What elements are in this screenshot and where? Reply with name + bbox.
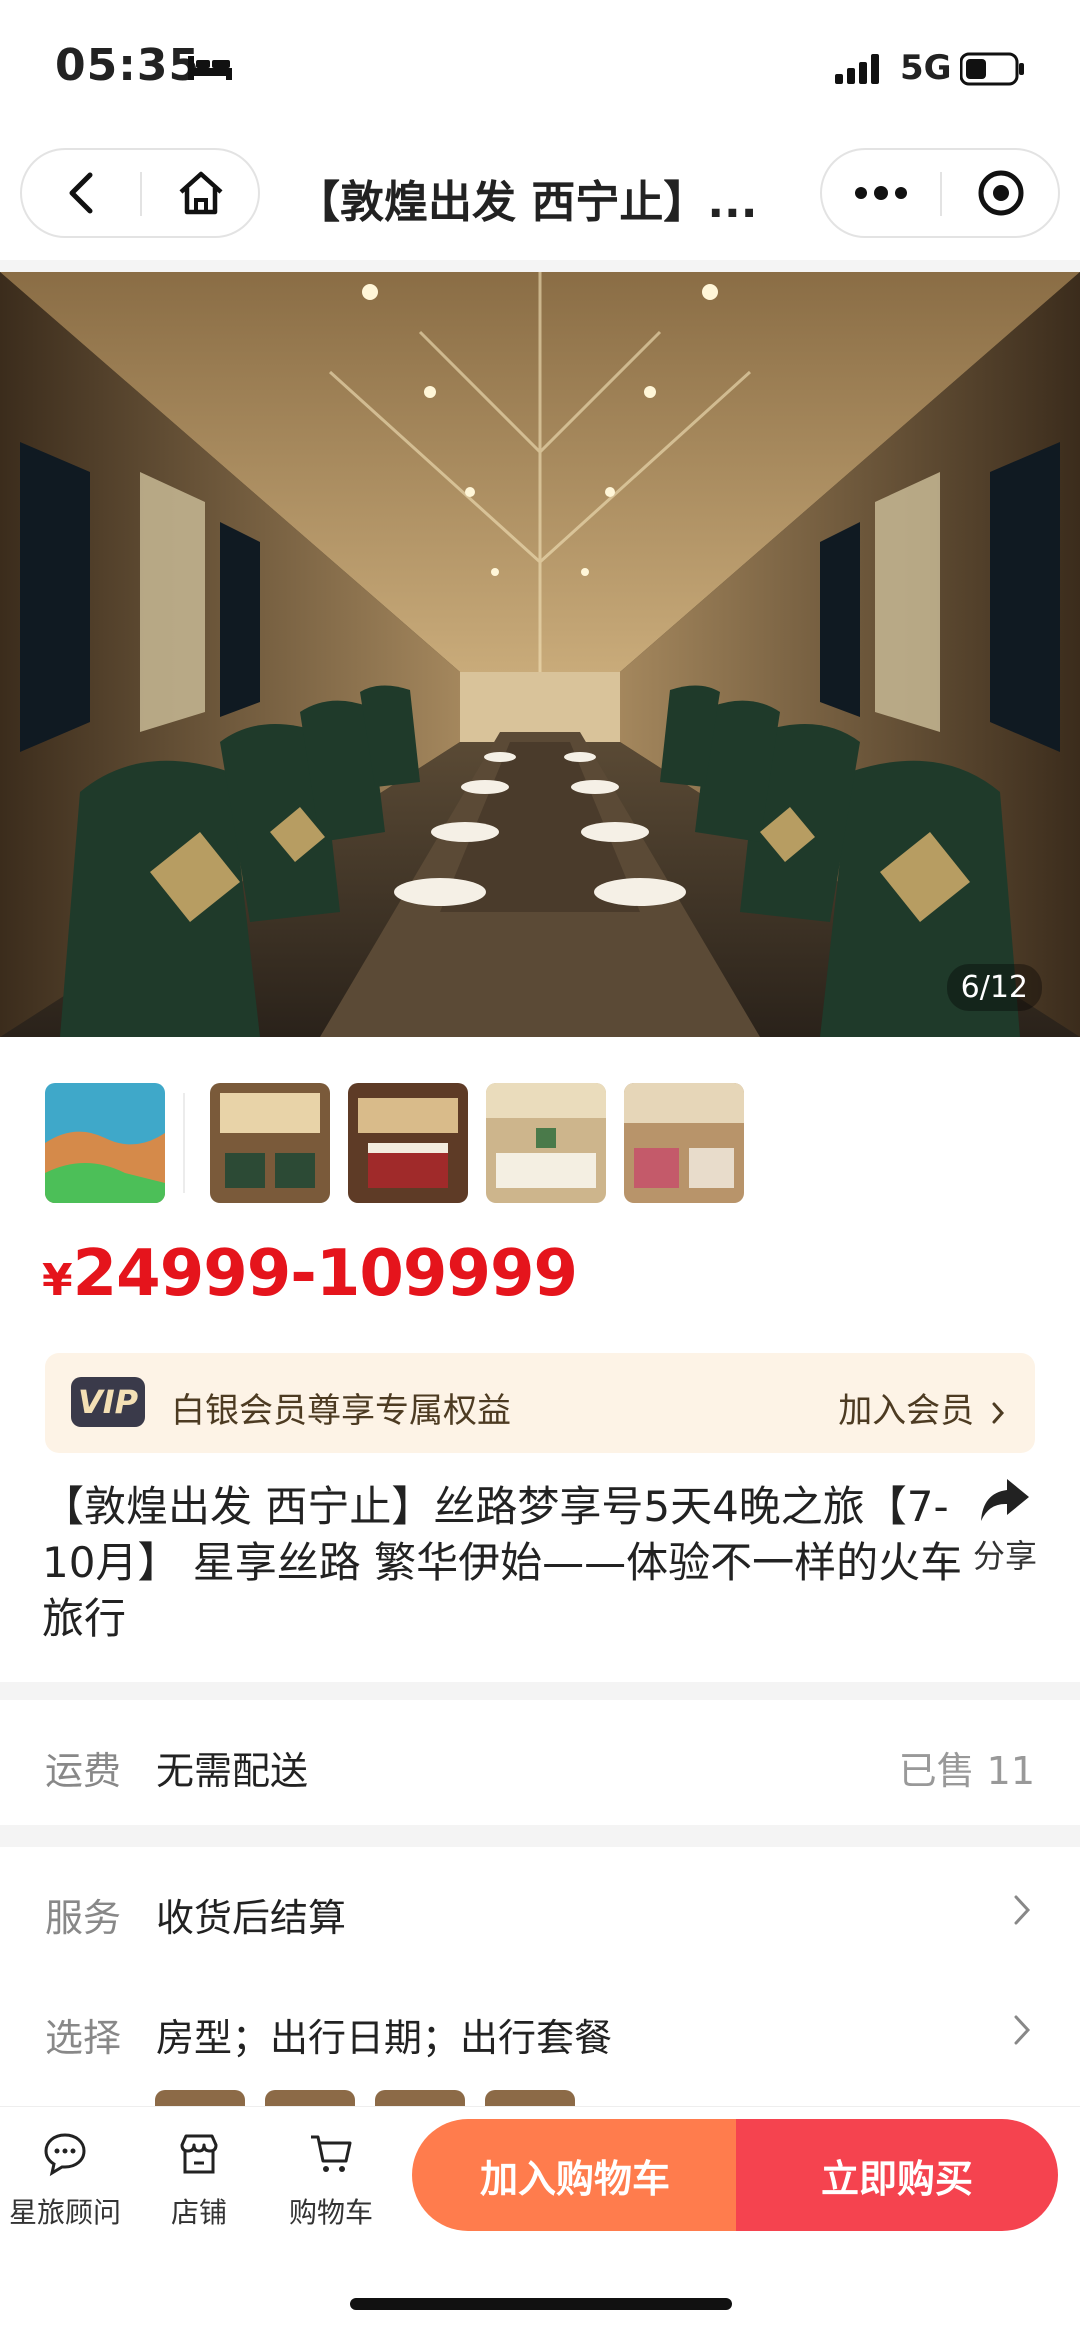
- sold-count: 已售 11: [898, 1749, 1035, 1793]
- more-button[interactable]: [822, 150, 940, 236]
- more-dots-icon: [855, 186, 907, 200]
- navigation-bar: 【敦煌出发 西宁止】...: [0, 140, 1080, 260]
- status-bar: 05:35 5G: [0, 0, 1080, 140]
- thumbnail-landscape[interactable]: [45, 1083, 165, 1203]
- thumbnail-image: [624, 1083, 744, 1203]
- page-title: 【敦煌出发 西宁止】...: [296, 177, 758, 228]
- vip-benefit-text: 白银会员尊享专属权益: [171, 1391, 511, 1431]
- join-membership-link[interactable]: 加入会员: [838, 1383, 1005, 1432]
- vip-banner[interactable]: VIP 白银会员尊享专属权益 加入会员: [45, 1353, 1035, 1453]
- tab-label: 星旅顾问: [8, 2196, 121, 2229]
- shipping-row: 运费 无需配送 已售 11: [0, 1700, 1080, 1825]
- home-button[interactable]: [142, 150, 260, 236]
- options-value: 房型；出行日期；出行套餐: [156, 2016, 613, 2060]
- thumbnail-separator: [183, 1093, 185, 1193]
- shipping-label: 运费: [45, 1749, 122, 1793]
- network-type: 5G: [900, 48, 952, 88]
- thumbnail-image: [486, 1083, 606, 1203]
- vip-badge: VIP: [71, 1377, 145, 1427]
- signal-icon: [835, 54, 879, 84]
- share-label: 分享: [972, 1537, 1037, 1575]
- buy-now-button[interactable]: 立即购买: [736, 2119, 1058, 2231]
- price-value: 24999-109999: [72, 1237, 578, 1311]
- status-time: 05:35: [55, 40, 201, 91]
- chevron-right-icon: [1014, 1895, 1031, 1925]
- chevron-right-icon: [992, 1402, 1005, 1423]
- service-options-section: 服务 收货后结算 选择 房型；出行日期；出行套餐: [0, 1847, 1080, 2107]
- sleep-mode-icon: [188, 56, 232, 80]
- close-miniprogram-button[interactable]: [942, 150, 1060, 236]
- tab-label: 购物车: [288, 2196, 373, 2229]
- add-to-cart-button[interactable]: 加入购物车: [412, 2119, 738, 2231]
- home-indicator: [350, 2298, 732, 2310]
- product-image-carousel[interactable]: 6/12: [0, 272, 1080, 1037]
- tab-advisor[interactable]: 星旅顾问: [0, 2131, 130, 2231]
- home-icon: [179, 171, 223, 215]
- price: ¥24999-109999: [42, 1237, 578, 1311]
- nav-left-pill: [20, 148, 260, 238]
- share-button[interactable]: 分享: [965, 1477, 1045, 1577]
- tab-label: 店铺: [170, 2196, 227, 2229]
- store-icon: [180, 2134, 218, 2174]
- thumbnail-room-3[interactable]: [486, 1083, 606, 1203]
- thumbnail-image: [45, 1083, 165, 1203]
- image-counter: 6/12: [946, 964, 1042, 1011]
- thumbnail-room-1[interactable]: [210, 1083, 330, 1203]
- thumbnail-room-2[interactable]: [348, 1083, 468, 1203]
- thumbnail-image: [348, 1083, 468, 1203]
- back-button[interactable]: [22, 150, 140, 236]
- product-title: 【敦煌出发 西宁止】丝路梦享号5天4晚之旅【7-10月】 星享丝路 繁华伊始——…: [42, 1482, 963, 1643]
- chat-icon: [44, 2133, 86, 2177]
- join-membership-label: 加入会员: [838, 1391, 975, 1431]
- chevron-left-icon: [69, 172, 93, 214]
- nav-right-pill: [820, 148, 1060, 238]
- target-close-icon: [978, 170, 1024, 216]
- thumbnail-image: [210, 1083, 330, 1203]
- tab-cart[interactable]: 购物车: [266, 2131, 396, 2231]
- service-label: 服务: [45, 1896, 122, 1940]
- product-info-card: ¥24999-109999 VIP 白银会员尊享专属权益 加入会员 【敦煌出发 …: [0, 1037, 1080, 1682]
- thumbnail-room-4[interactable]: [624, 1083, 744, 1203]
- cart-icon: [311, 2135, 352, 2172]
- share-arrow-icon: [981, 1479, 1029, 1521]
- tab-store[interactable]: 店铺: [134, 2131, 264, 2231]
- battery-icon: [960, 52, 1024, 86]
- chevron-right-icon: [1014, 2015, 1031, 2045]
- shipping-value: 无需配送: [156, 1749, 309, 1793]
- price-currency: ¥: [42, 1255, 73, 1306]
- service-value: 收货后结算: [156, 1896, 347, 1940]
- dining-car-photo: [0, 272, 1080, 1037]
- options-label: 选择: [45, 2016, 122, 2060]
